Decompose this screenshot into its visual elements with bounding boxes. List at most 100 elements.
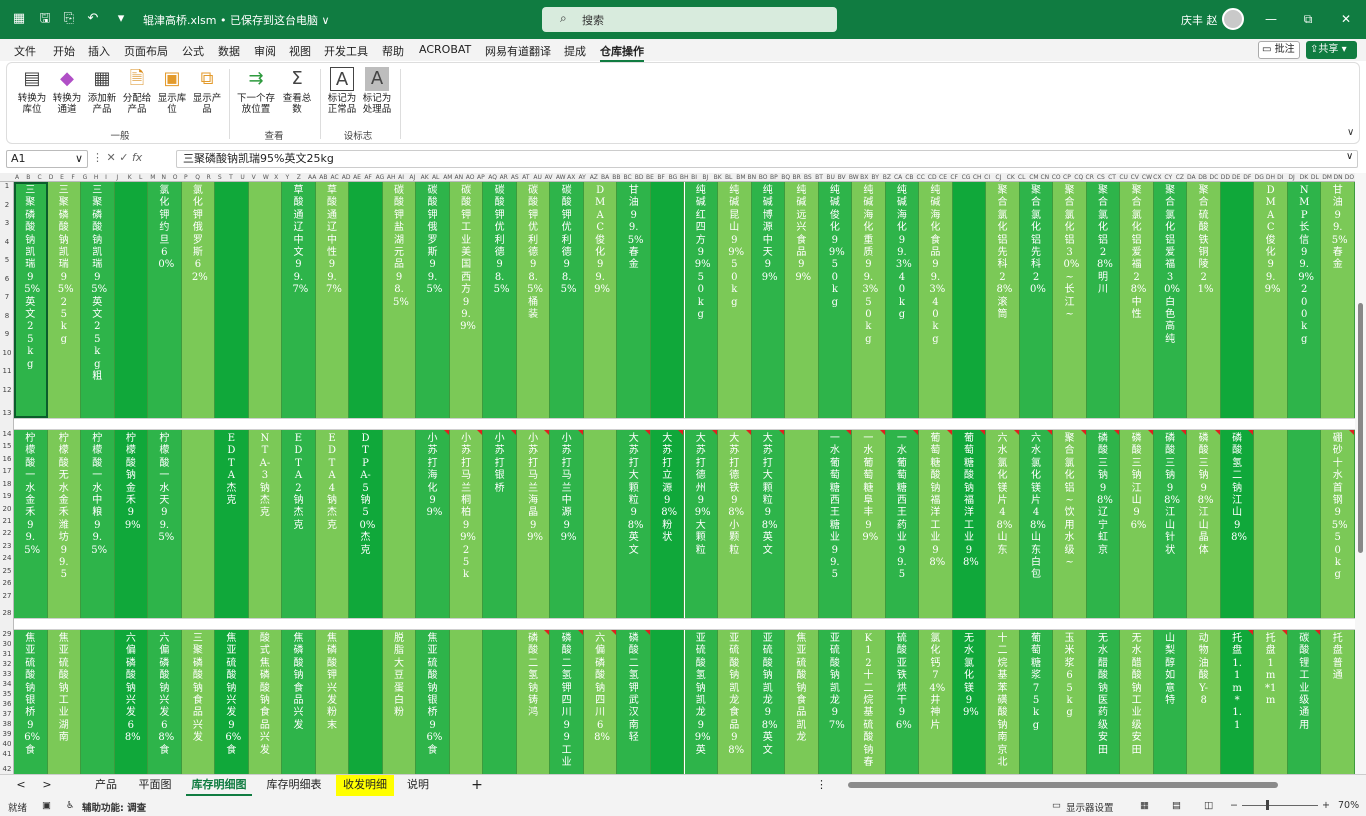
show-product-button[interactable]: ⧉ 显示产品 <box>190 65 224 115</box>
row-header[interactable]: 17 <box>1 467 13 475</box>
column-header[interactable]: DJ <box>1288 173 1294 182</box>
product-cell[interactable]: EDTA杰克 <box>215 430 249 618</box>
product-cell[interactable]: 无水醋酸钠工业级安田 <box>1120 630 1154 774</box>
column-header[interactable]: CG <box>962 173 971 182</box>
row-header[interactable]: 13 <box>1 409 13 417</box>
product-cell[interactable] <box>650 182 685 418</box>
formula-input[interactable]: 三聚磷酸钠凯瑞95%英文25kg <box>176 150 1358 168</box>
column-header[interactable]: E <box>60 173 64 182</box>
column-header[interactable]: X <box>274 173 278 182</box>
product-cell[interactable] <box>449 630 484 774</box>
product-cell[interactable]: 葡萄糖酸钠福洋工业98% <box>919 430 953 618</box>
product-cell[interactable]: 聚合氯化铝先科28%滚筒 <box>986 182 1020 418</box>
product-cell[interactable]: NMP长信99.9%200kg <box>1287 182 1322 418</box>
product-cell[interactable]: 磷酸三钠江山96% <box>1120 430 1154 618</box>
avatar[interactable] <box>1222 8 1244 30</box>
column-header[interactable]: BJ <box>702 173 708 182</box>
product-cell[interactable]: 大苏打立源98%粉状 <box>650 430 685 618</box>
name-box[interactable]: A1 ∨ <box>6 150 88 168</box>
view-total-button[interactable]: Σ 查看总数 <box>280 65 314 115</box>
column-header[interactable]: AK <box>421 173 429 182</box>
product-cell[interactable]: K12十二烷基硫酸钠春 <box>852 630 886 774</box>
column-header[interactable]: BP <box>770 173 778 182</box>
product-cell[interactable]: 小苏打海化99% <box>416 430 450 618</box>
column-header[interactable]: CD <box>928 173 937 182</box>
column-header[interactable]: BE <box>646 173 654 182</box>
product-cell[interactable]: 柠檬酸一水天99.5% <box>148 430 182 618</box>
column-header[interactable]: B <box>26 173 30 182</box>
column-header[interactable]: BB <box>612 173 620 182</box>
page-layout-icon[interactable]: ▤ <box>1172 800 1181 811</box>
product-cell[interactable]: 氯化钾俄罗斯62% <box>181 182 216 418</box>
menu-view[interactable]: 视图 <box>289 43 311 59</box>
column-header[interactable]: O <box>173 173 178 182</box>
product-cell[interactable] <box>483 630 517 774</box>
column-header[interactable]: BU <box>826 173 835 182</box>
column-header[interactable]: V <box>252 173 256 182</box>
column-header[interactable]: BL <box>725 173 732 182</box>
column-header[interactable]: CT <box>1108 173 1116 182</box>
column-header[interactable]: H <box>94 173 99 182</box>
column-header[interactable]: AN <box>454 173 463 182</box>
product-cell[interactable] <box>181 430 216 618</box>
product-cell[interactable]: 纯碱昆山99%50kg <box>718 182 752 418</box>
column-header[interactable]: R <box>207 173 211 182</box>
product-cell[interactable] <box>1220 182 1255 418</box>
column-header[interactable]: BQ <box>781 173 790 182</box>
row-header[interactable]: 27 <box>1 592 13 600</box>
accessibility-status[interactable]: 辅助功能: 调查 <box>82 800 146 814</box>
column-header[interactable]: BM <box>736 173 745 182</box>
customize-toolbar-icon[interactable]: ▾ <box>112 10 130 28</box>
product-cell[interactable]: 碳酸钾优利德98.5% <box>550 182 584 418</box>
save-as-icon[interactable]: ⎘ <box>60 10 78 28</box>
cell-grid[interactable]: 三聚磷酸钠凯瑞95%英文25kg 三聚磷酸钠凯瑞95%25kg 三聚磷酸钠凯瑞95%… <box>14 182 1355 774</box>
product-cell[interactable]: 碳酸钾盐湖元品98.5% <box>382 182 417 418</box>
column-header[interactable]: AC <box>331 173 339 182</box>
column-header[interactable]: BR <box>793 173 801 182</box>
product-cell[interactable]: 氯化钙74%井神片 <box>919 630 953 774</box>
product-cell[interactable]: 碳酸钾俄罗斯99.5% <box>416 182 450 418</box>
column-header[interactable]: DA <box>1187 173 1196 182</box>
row-header[interactable]: 20 <box>1 505 13 513</box>
row-header[interactable]: 33 <box>1 670 13 678</box>
product-cell[interactable]: 三聚磷酸钠凯瑞95%英文25kg粗 <box>81 182 115 418</box>
product-cell[interactable]: 柠檬酸无水金禾潍坊99.5 <box>47 430 82 618</box>
column-header[interactable]: BV <box>838 173 846 182</box>
product-cell[interactable]: 聚合氯化铝28%明川 <box>1086 182 1121 418</box>
product-cell[interactable]: NTA-3钠杰克 <box>248 430 283 618</box>
add-sheet-button[interactable]: + <box>468 775 486 796</box>
mark-handled-button[interactable]: A 标记为处理品 <box>360 65 394 115</box>
row-header[interactable]: 23 <box>1 542 13 550</box>
product-cell[interactable]: EDTA4钠杰克 <box>315 430 350 618</box>
product-cell[interactable]: 大苏打大颗粒98%英文 <box>617 430 651 618</box>
column-header[interactable]: DH <box>1266 173 1275 182</box>
column-header[interactable]: BS <box>804 173 812 182</box>
column-header[interactable]: BY <box>871 173 878 182</box>
product-cell[interactable]: 纯碱海化99.3%40kg <box>885 182 920 418</box>
zoom-in-button[interactable]: + <box>1322 800 1330 811</box>
product-cell[interactable]: 一水葡萄糖西王糖业99.5 <box>818 430 853 618</box>
product-cell[interactable]: DMAC俊化99.9% <box>1254 182 1288 418</box>
column-header[interactable]: BF <box>657 173 665 182</box>
product-cell[interactable]: 柠檬酸一水中粮99.5% <box>81 430 115 618</box>
menu-formulas[interactable]: 公式 <box>182 43 204 59</box>
product-cell[interactable]: 聚合氯化铝爱福30%白色高纯 <box>1153 182 1188 418</box>
row-header[interactable]: 9 <box>1 330 13 338</box>
column-header[interactable]: AF <box>364 173 372 182</box>
page-break-icon[interactable]: ◫ <box>1204 800 1213 811</box>
column-header[interactable]: AS <box>511 173 519 182</box>
menu-home[interactable]: 开始 <box>53 43 75 59</box>
row-header[interactable]: 4 <box>1 238 13 246</box>
product-cell[interactable]: 动物油酸Y-8 <box>1187 630 1221 774</box>
row-header[interactable]: 22 <box>1 529 13 537</box>
column-header[interactable]: CY <box>1164 173 1172 182</box>
column-header[interactable]: BA <box>601 173 609 182</box>
product-cell[interactable]: EDTA2钠杰克 <box>282 430 316 618</box>
zoom-slider-thumb[interactable] <box>1266 800 1269 810</box>
column-header[interactable]: S <box>218 173 222 182</box>
column-header[interactable]: AH <box>387 173 396 182</box>
column-header[interactable]: CZ <box>1176 173 1184 182</box>
column-header[interactable]: BZ <box>883 173 891 182</box>
column-header[interactable]: CW <box>1142 173 1152 182</box>
vertical-scrollbar[interactable] <box>1355 173 1366 774</box>
